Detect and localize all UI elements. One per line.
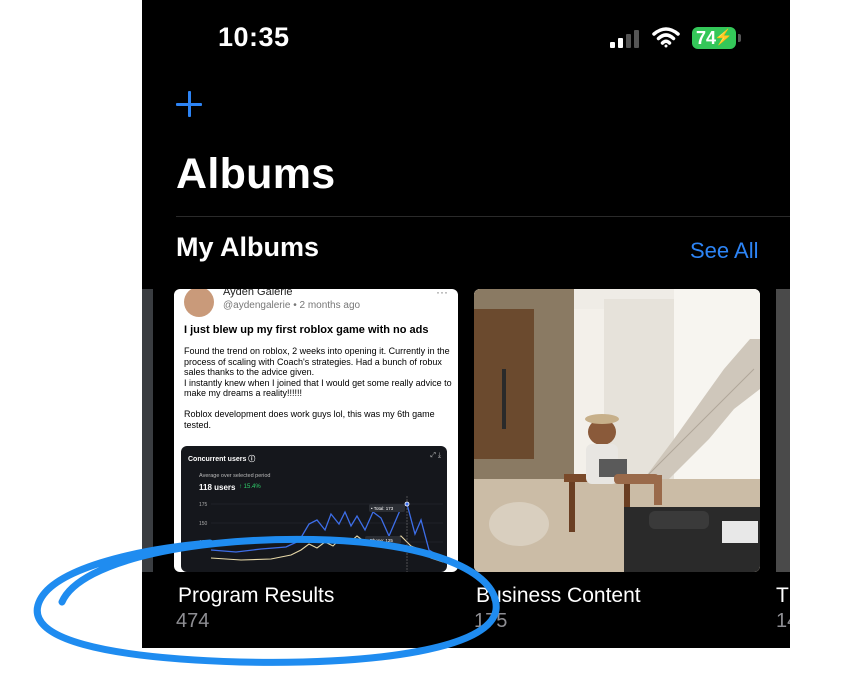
album-thumbnail-program-results[interactable]: Ayden Galerie @aydengalerie • 2 months a… (174, 289, 458, 572)
album-title[interactable]: Program Results (178, 584, 334, 608)
album-thumbnail-partial-left[interactable] (142, 289, 153, 572)
album-photo (474, 289, 760, 572)
line-chart: 175 150 125 • Total: 173 • Phone: 125 (199, 496, 444, 572)
battery-nub (738, 34, 741, 42)
analytics-panel: Concurrent users ⓘ ⤢ ⤓ Average over sele… (181, 446, 447, 572)
battery-level: 74 (696, 28, 717, 48)
album-thumbnail-business-content[interactable] (474, 289, 760, 572)
divider (176, 216, 790, 217)
album-count: 14 (776, 610, 790, 632)
battery-icon: 74 ⚡ (692, 27, 736, 49)
avatar (184, 289, 214, 317)
phone-screen: 10:35 74 ⚡ Albums My Albums See All Ayde… (142, 0, 790, 648)
page-title: Albums (176, 150, 336, 198)
chart-tooltip: • Total: 173 (371, 506, 394, 511)
wifi-icon (652, 27, 680, 48)
post-body: Found the trend on roblox, 2 weeks into … (184, 346, 452, 430)
more-icon: ··· (436, 289, 448, 299)
post-author: Ayden Galerie (223, 289, 293, 298)
album-count: 474 (176, 610, 210, 632)
post-headline: I just blew up my first roblox game with… (184, 324, 429, 336)
y-tick: 125 (199, 540, 208, 546)
y-tick: 175 (199, 502, 208, 508)
see-all-link[interactable]: See All (690, 238, 759, 264)
album-count: 175 (474, 610, 508, 632)
album-title[interactable]: Business Content (476, 584, 641, 608)
plus-icon[interactable] (174, 84, 204, 124)
chart-series-phone (210, 535, 444, 563)
cellular-signal-icon (610, 30, 642, 48)
charging-bolt-icon: ⚡ (714, 29, 733, 46)
chart-series-total (210, 502, 444, 559)
section-title: My Albums (176, 232, 320, 262)
album-thumbnail-partial-right[interactable] (776, 289, 790, 572)
post-meta: @aydengalerie • 2 months ago (223, 300, 361, 311)
album-title[interactable]: T (776, 584, 789, 608)
status-time: 10:35 (218, 22, 290, 52)
y-tick: 150 (199, 521, 208, 527)
chart-tooltip: • Phone: 125 (367, 538, 393, 543)
